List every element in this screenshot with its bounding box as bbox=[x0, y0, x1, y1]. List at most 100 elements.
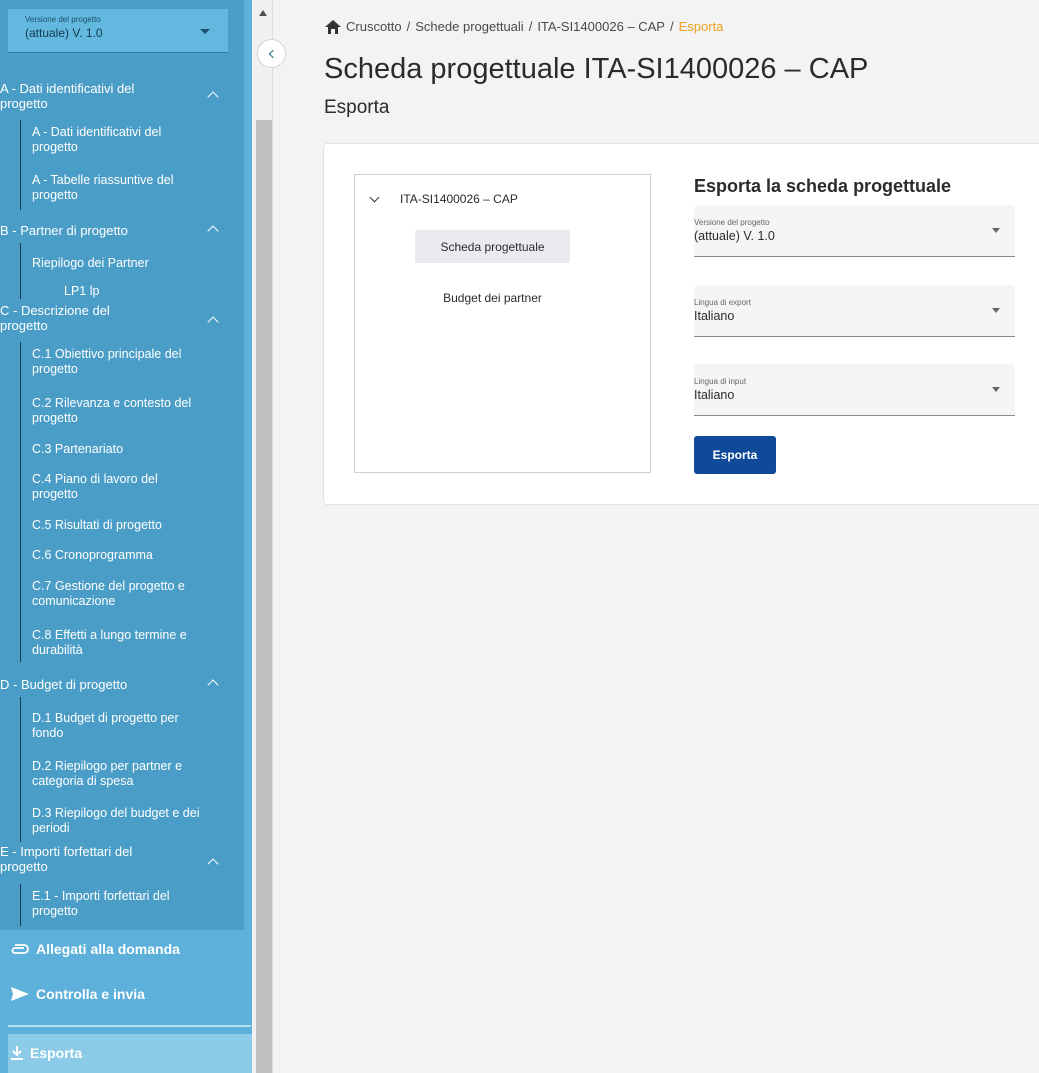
sidebar-item-c4[interactable]: C.4 Piano di lavoro del progetto bbox=[32, 472, 228, 502]
nav-guide-line bbox=[20, 120, 21, 210]
version-select[interactable]: Versione del progetto (attuale) V. 1.0 bbox=[694, 205, 1015, 257]
tree-root-node[interactable]: ITA-SI1400026 – CAP bbox=[369, 192, 518, 206]
version-select-value: (attuale) V. 1.0 bbox=[694, 229, 775, 243]
item-line2: comunicazione bbox=[32, 594, 116, 608]
project-tree: ITA-SI1400026 – CAP Scheda progettuale B… bbox=[354, 174, 651, 473]
section-a-title-line1: A - Dati identificativi del bbox=[0, 81, 135, 96]
sidebar-item-c8[interactable]: C.8 Effetti a lungo termine e durabilità bbox=[32, 628, 228, 658]
sidebar-version-select[interactable]: Versione del progetto (attuale) V. 1.0 bbox=[8, 9, 228, 53]
breadcrumb-project[interactable]: ITA-SI1400026 – CAP bbox=[537, 19, 665, 34]
item-line1: C.5 Risultati di progetto bbox=[32, 518, 162, 532]
section-c-title-line1: C - Descrizione del bbox=[0, 303, 110, 318]
item-line1: D.3 Riepilogo del budget e dei bbox=[32, 806, 200, 820]
tree-item-budget-partner[interactable]: Budget dei partner bbox=[415, 281, 570, 314]
download-icon bbox=[11, 1046, 23, 1060]
caret-down-icon bbox=[992, 387, 1000, 392]
section-b-title: B - Partner di progetto bbox=[0, 223, 128, 238]
breadcrumb-current: Esporta bbox=[678, 19, 724, 34]
item-line2: categoria di spesa bbox=[32, 774, 134, 788]
allegati-label: Allegati alla domanda bbox=[36, 941, 180, 957]
item-line1: D.1 Budget di progetto per bbox=[32, 711, 179, 725]
sidebar-item-e1[interactable]: E.1 - Importi forfettari del progetto bbox=[32, 889, 228, 919]
sidebar-link-allegati[interactable]: Allegati alla domanda bbox=[10, 941, 180, 957]
section-d-title: D - Budget di progetto bbox=[0, 677, 128, 692]
section-e-header[interactable]: E - Importi forfettari del progetto bbox=[0, 844, 219, 874]
esporta-label: Esporta bbox=[30, 1045, 83, 1061]
item-line2: periodi bbox=[32, 821, 70, 835]
sidebar-item-c1[interactable]: C.1 Obiettivo principale del progetto bbox=[32, 347, 228, 377]
breadcrumb: Cruscotto / Schede progettuali / ITA-SI1… bbox=[325, 19, 723, 34]
item-line1: C.6 Cronoprogramma bbox=[32, 548, 153, 562]
nav-guide-line bbox=[20, 884, 21, 926]
version-select-label: Versione del progetto bbox=[694, 218, 770, 227]
section-a-title-line2: progetto bbox=[0, 96, 48, 111]
sidebar-link-controlla[interactable]: Controlla e invia bbox=[10, 986, 145, 1002]
sidebar-scrollbar[interactable] bbox=[253, 0, 273, 1073]
sidebar-item-a-dati[interactable]: A - Dati identificativi del progetto bbox=[32, 125, 228, 155]
controlla-label: Controlla e invia bbox=[36, 986, 145, 1002]
sidebar-item-c3[interactable]: C.3 Partenariato bbox=[32, 442, 228, 457]
home-icon[interactable] bbox=[325, 19, 341, 34]
item-line2: progetto bbox=[32, 140, 78, 154]
breadcrumb-separator: / bbox=[669, 19, 674, 34]
item-line2: fondo bbox=[32, 726, 64, 740]
item-line2: durabilità bbox=[32, 643, 83, 657]
item-line1: C.8 Effetti a lungo termine e bbox=[32, 628, 187, 642]
section-b-header[interactable]: B - Partner di progetto bbox=[0, 223, 219, 238]
chevron-down-icon[interactable] bbox=[369, 192, 380, 202]
sidebar-item-c6[interactable]: C.6 Cronoprogramma bbox=[32, 548, 228, 563]
export-button[interactable]: Esporta bbox=[694, 436, 776, 474]
section-c-title-line2: progetto bbox=[0, 318, 48, 333]
sidebar-link-esporta[interactable]: Esporta bbox=[10, 1045, 82, 1061]
export-section-title: Esporta la scheda progettuale bbox=[694, 176, 952, 196]
item-line2: progetto bbox=[32, 188, 78, 202]
sidebar-item-c2[interactable]: C.2 Rilevanza e contesto del progetto bbox=[32, 396, 228, 426]
section-e-title-line1: E - Importi forfettari del bbox=[0, 844, 133, 859]
export-language-label: Lingua di export bbox=[694, 298, 751, 307]
sidebar-item-d2[interactable]: D.2 Riepilogo per partner e categoria di… bbox=[32, 759, 228, 789]
send-icon bbox=[11, 987, 29, 1001]
sidebar-divider bbox=[8, 1025, 251, 1027]
scroll-up-arrow-icon[interactable] bbox=[259, 10, 267, 16]
input-language-value: Italiano bbox=[694, 388, 735, 402]
breadcrumb-separator: / bbox=[528, 19, 533, 34]
breadcrumb-separator: / bbox=[406, 19, 411, 34]
tree-root-label: ITA-SI1400026 – CAP bbox=[400, 192, 518, 206]
nav-guide-line bbox=[20, 243, 21, 299]
sidebar-item-riepilogo-partner[interactable]: Riepilogo dei Partner bbox=[32, 256, 228, 271]
sidebar-item-c7[interactable]: C.7 Gestione del progetto e comunicazion… bbox=[32, 579, 228, 609]
item-line1: C.1 Obiettivo principale del bbox=[32, 347, 182, 361]
sidebar-version-value: (attuale) V. 1.0 bbox=[25, 26, 103, 40]
input-language-select[interactable]: Lingua di input Italiano bbox=[694, 364, 1015, 416]
tree-item-scheda-progettuale[interactable]: Scheda progettuale bbox=[415, 230, 570, 263]
section-d-header[interactable]: D - Budget di progetto bbox=[0, 677, 219, 692]
item-line1: C.7 Gestione del progetto e bbox=[32, 579, 185, 593]
item-line2: progetto bbox=[32, 362, 78, 376]
section-a-header[interactable]: A - Dati identificativi del progetto bbox=[0, 81, 219, 111]
breadcrumb-schede[interactable]: Schede progettuali bbox=[415, 19, 523, 34]
item-line1: C.4 Piano di lavoro del bbox=[32, 472, 158, 486]
sidebar-item-d1[interactable]: D.1 Budget di progetto per fondo bbox=[32, 711, 228, 741]
tree-item-label: Budget dei partner bbox=[443, 290, 542, 305]
item-line1: D.2 Riepilogo per partner e bbox=[32, 759, 183, 773]
chevron-left-icon bbox=[268, 49, 278, 59]
nav-guide-line bbox=[20, 342, 21, 662]
sidebar-item-d3[interactable]: D.3 Riepilogo del budget e dei periodi bbox=[32, 806, 228, 836]
caret-down-icon bbox=[992, 308, 1000, 313]
sidebar-item-lp1[interactable]: LP1 lp bbox=[64, 284, 252, 299]
item-line1: C.3 Partenariato bbox=[32, 442, 124, 456]
breadcrumb-cruscotto[interactable]: Cruscotto bbox=[346, 19, 402, 34]
attachment-icon bbox=[11, 944, 29, 954]
caret-down-icon bbox=[992, 228, 1000, 233]
page-title: Scheda progettuale ITA-SI1400026 – CAP bbox=[324, 53, 869, 85]
item-line2: progetto bbox=[32, 487, 78, 501]
item-line1: E.1 - Importi forfettari del bbox=[32, 889, 170, 903]
section-c-header[interactable]: C - Descrizione del progetto bbox=[0, 303, 219, 333]
item-line2: progetto bbox=[32, 904, 78, 918]
collapse-sidebar-button[interactable] bbox=[257, 39, 286, 68]
export-language-select[interactable]: Lingua di export Italiano bbox=[694, 285, 1015, 337]
sidebar: Versione del progetto (attuale) V. 1.0 A… bbox=[0, 0, 252, 1073]
sidebar-item-a-tabelle[interactable]: A - Tabelle riassuntive del progetto bbox=[32, 173, 228, 203]
sidebar-item-c5[interactable]: C.5 Risultati di progetto bbox=[32, 518, 228, 533]
scrollbar-thumb[interactable] bbox=[256, 120, 272, 1073]
